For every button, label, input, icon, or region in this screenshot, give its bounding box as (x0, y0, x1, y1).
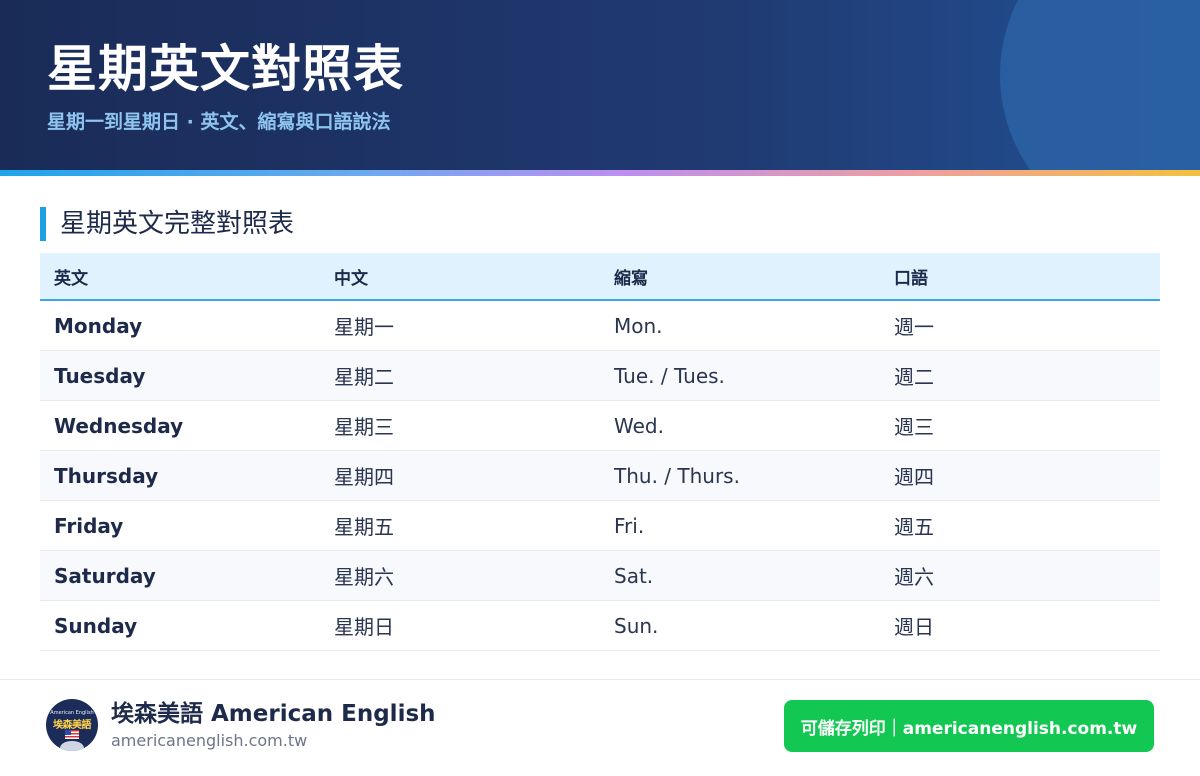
english-cell: Sunday (54, 613, 138, 638)
section-title: 星期英文完整對照表 (60, 209, 295, 239)
chinese-cell: 星期五 (334, 515, 394, 539)
footer-divider (0, 679, 1200, 680)
column-header-chinese: 中文 (334, 268, 368, 289)
abbreviation-cell: Fri. (614, 513, 645, 538)
english-cell: Thursday (54, 463, 159, 488)
column-header-abbreviation: 縮寫 (614, 268, 648, 289)
chinese-cell: 星期三 (334, 415, 394, 439)
table-row: Monday 星期一 Mon. 週一 (40, 301, 1160, 351)
table-row: Saturday 星期六 Sat. 週六 (40, 551, 1160, 601)
abbreviation-cell: Wed. (614, 413, 664, 438)
table-row: Wednesday 星期三 Wed. 週三 (40, 401, 1160, 451)
spoken-cell: 週六 (894, 565, 934, 589)
chinese-cell: 星期六 (334, 565, 394, 589)
decorative-circle (1000, 0, 1200, 170)
chinese-cell: 星期二 (334, 365, 394, 389)
gradient-divider (0, 170, 1200, 176)
page-subtitle: 星期一到星期日 · 英文、縮寫與口語說法 (47, 111, 391, 133)
spoken-cell: 週三 (894, 415, 934, 439)
english-cell: Tuesday (54, 363, 146, 388)
abbreviation-cell: Tue. / Tues. (614, 363, 725, 388)
abbreviation-cell: Sat. (614, 563, 654, 588)
page-header: 星期英文對照表 星期一到星期日 · 英文、縮寫與口語說法 (0, 0, 1200, 170)
chinese-cell: 星期一 (334, 315, 394, 339)
spoken-cell: 週五 (894, 515, 934, 539)
column-header-spoken: 口語 (894, 268, 928, 289)
table-row: Thursday 星期四 Thu. / Thurs. 週四 (40, 451, 1160, 501)
abbreviation-cell: Thu. / Thurs. (614, 463, 740, 488)
spoken-cell: 週一 (894, 315, 934, 339)
table-row: Tuesday 星期二 Tue. / Tues. 週二 (40, 351, 1160, 401)
site-url: americanenglish.com.tw (111, 731, 308, 750)
abbreviation-cell: Mon. (614, 313, 663, 338)
print-button[interactable]: 可儲存列印｜americanenglish.com.tw (784, 700, 1154, 752)
spoken-cell: 週二 (894, 365, 934, 389)
table-header-row: 英文 中文 縮寫 口語 (40, 253, 1160, 301)
page-title: 星期英文對照表 (47, 39, 404, 98)
spoken-cell: 週日 (894, 615, 934, 639)
english-cell: Friday (54, 513, 124, 538)
logo-text-main: 埃森美語 (53, 720, 92, 731)
brand-name: 埃森美語 American English (111, 701, 436, 727)
table-row: Sunday 星期日 Sun. 週日 (40, 601, 1160, 651)
spoken-cell: 週四 (894, 465, 934, 489)
english-cell: Saturday (54, 563, 156, 588)
chinese-cell: 星期日 (334, 615, 394, 639)
table-row: Friday 星期五 Fri. 週五 (40, 501, 1160, 551)
brand-logo-icon: American English 埃森美語 (46, 699, 98, 751)
weekday-table: 英文 中文 縮寫 口語 Monday 星期一 Mon. 週一 Tuesday 星… (40, 253, 1160, 651)
section-accent-bar (40, 207, 46, 241)
us-flag-icon (65, 730, 79, 739)
chinese-cell: 星期四 (334, 465, 394, 489)
english-cell: Wednesday (54, 413, 184, 438)
english-cell: Monday (54, 313, 143, 338)
column-header-english: 英文 (54, 268, 88, 289)
abbreviation-cell: Sun. (614, 613, 659, 638)
moon-icon (60, 741, 84, 751)
